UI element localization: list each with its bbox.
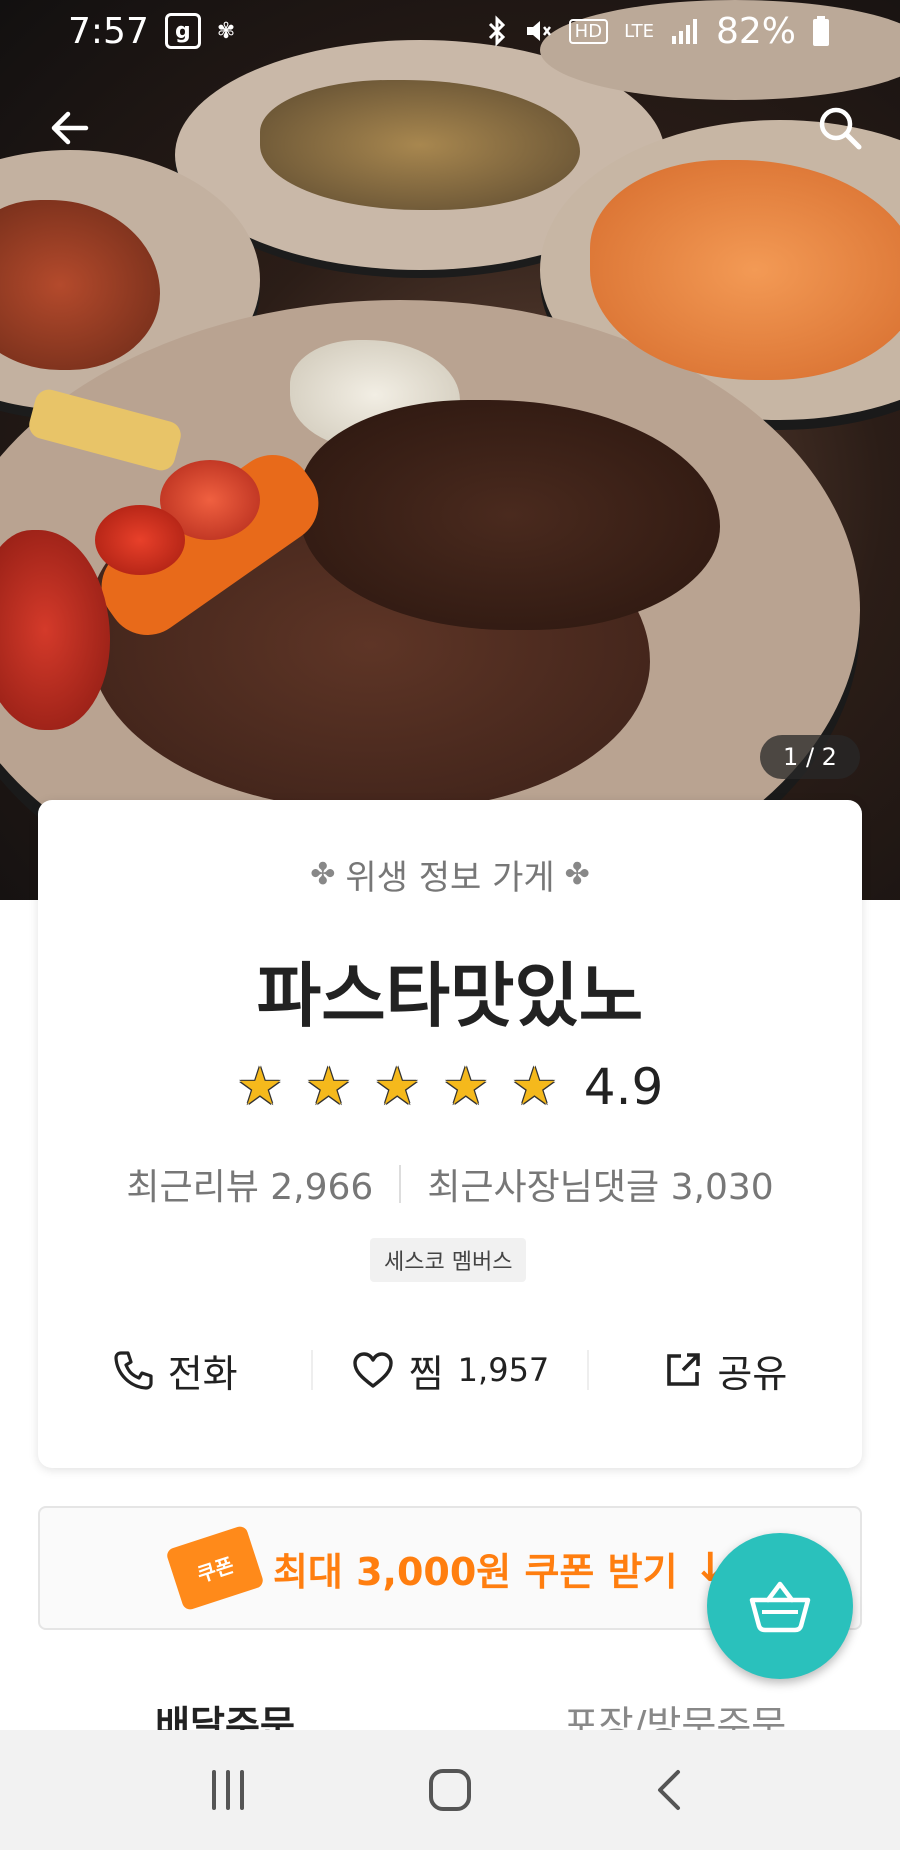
chevron-left-icon — [658, 1770, 680, 1810]
share-icon — [667, 1353, 701, 1386]
home-button[interactable] — [405, 1745, 495, 1835]
hygiene-label: 위생 정보 가게 — [345, 858, 555, 898]
action-bar: 전화 찜 1,957 공유 — [38, 1340, 862, 1400]
store-info-card: ✤ 위생 정보 가게 ✤ 파스타맛있노 ★ ★ ★ ★ ★ 4.9 최근리뷰 2… — [38, 800, 862, 1468]
divider — [399, 1165, 402, 1203]
store-name: 파스타맛있노 — [256, 955, 644, 1037]
hd-voice-icon: HD — [568, 18, 609, 44]
system-navigation-bar — [0, 1730, 900, 1850]
bluetooth-icon — [488, 15, 505, 47]
cart-button[interactable] — [707, 1533, 853, 1679]
rating-row[interactable]: ★ ★ ★ ★ ★ 4.9 — [38, 1058, 862, 1116]
coupon-text: 최대 3,000원 쿠폰 받기 — [272, 1549, 678, 1594]
status-bar: 7:57 g ✾ HD LTE 82% — [0, 0, 900, 62]
search-button[interactable] — [804, 92, 876, 164]
network-type: LTE — [624, 20, 654, 42]
photo-counter: 1 / 2 — [760, 735, 860, 779]
mute-icon — [526, 21, 551, 41]
cherry-tomato-2 — [95, 505, 185, 575]
star-icon: ★ — [236, 1057, 284, 1117]
call-button[interactable]: 전화 — [38, 1340, 311, 1400]
share-label: 공유 — [717, 1351, 788, 1396]
recent-reviews-link[interactable]: 최근리뷰 2,966 — [126, 1158, 373, 1210]
phone-icon — [114, 1351, 153, 1390]
heart-icon — [353, 1352, 393, 1388]
review-counts: 최근리뷰 2,966 최근사장님댓글 3,030 — [38, 1158, 862, 1210]
favorite-button[interactable]: 찜 1,957 — [313, 1340, 586, 1400]
rating-value: 4.9 — [583, 1058, 664, 1116]
cesco-members-badge: 세스코 멤버스 — [370, 1238, 527, 1282]
store-hero-photo[interactable]: 7:57 g ✾ HD LTE 82% 1 / 2 — [0, 0, 900, 900]
hygiene-info[interactable]: ✤ 위생 정보 가게 ✤ — [38, 850, 862, 899]
tab-pickup[interactable]: 포장/방문주문 — [450, 1690, 900, 1730]
star-icon: ★ — [511, 1057, 558, 1117]
star-icon: ★ — [305, 1057, 352, 1117]
call-label: 전화 — [167, 1351, 238, 1396]
order-type-tabs: 배달주문 포장/방문주문 — [0, 1690, 900, 1730]
system-back-button[interactable] — [625, 1745, 715, 1835]
search-icon — [819, 107, 862, 150]
star-icon: ★ — [373, 1057, 421, 1117]
coupon-ticket-icon: 쿠폰 — [165, 1524, 265, 1612]
fan-icon: ✾ — [216, 18, 236, 44]
battery-percent: 82% — [715, 10, 796, 52]
home-icon — [429, 1769, 471, 1811]
battery-icon — [813, 16, 829, 46]
laurel-right-icon: ✤ — [564, 857, 590, 892]
laurel-left-icon: ✤ — [310, 857, 336, 892]
recent-apps-button[interactable] — [185, 1745, 275, 1835]
pasta-right — [590, 160, 900, 380]
star-icon: ★ — [442, 1057, 490, 1117]
favorite-label: 찜 — [408, 1351, 444, 1396]
back-arrow-icon — [51, 111, 89, 145]
status-time: 7:57 — [68, 10, 149, 52]
favorite-count: 1,957 — [457, 1351, 550, 1389]
app-notification-icon: g — [164, 13, 201, 49]
tab-delivery[interactable]: 배달주문 — [0, 1690, 450, 1730]
shopping-basket-icon — [749, 1581, 811, 1633]
signal-icon — [671, 19, 697, 44]
recent-apps-icon — [212, 1770, 244, 1810]
share-button[interactable]: 공유 — [589, 1340, 862, 1400]
back-button[interactable] — [34, 92, 106, 164]
owner-replies-link[interactable]: 최근사장님댓글 3,030 — [427, 1158, 773, 1210]
